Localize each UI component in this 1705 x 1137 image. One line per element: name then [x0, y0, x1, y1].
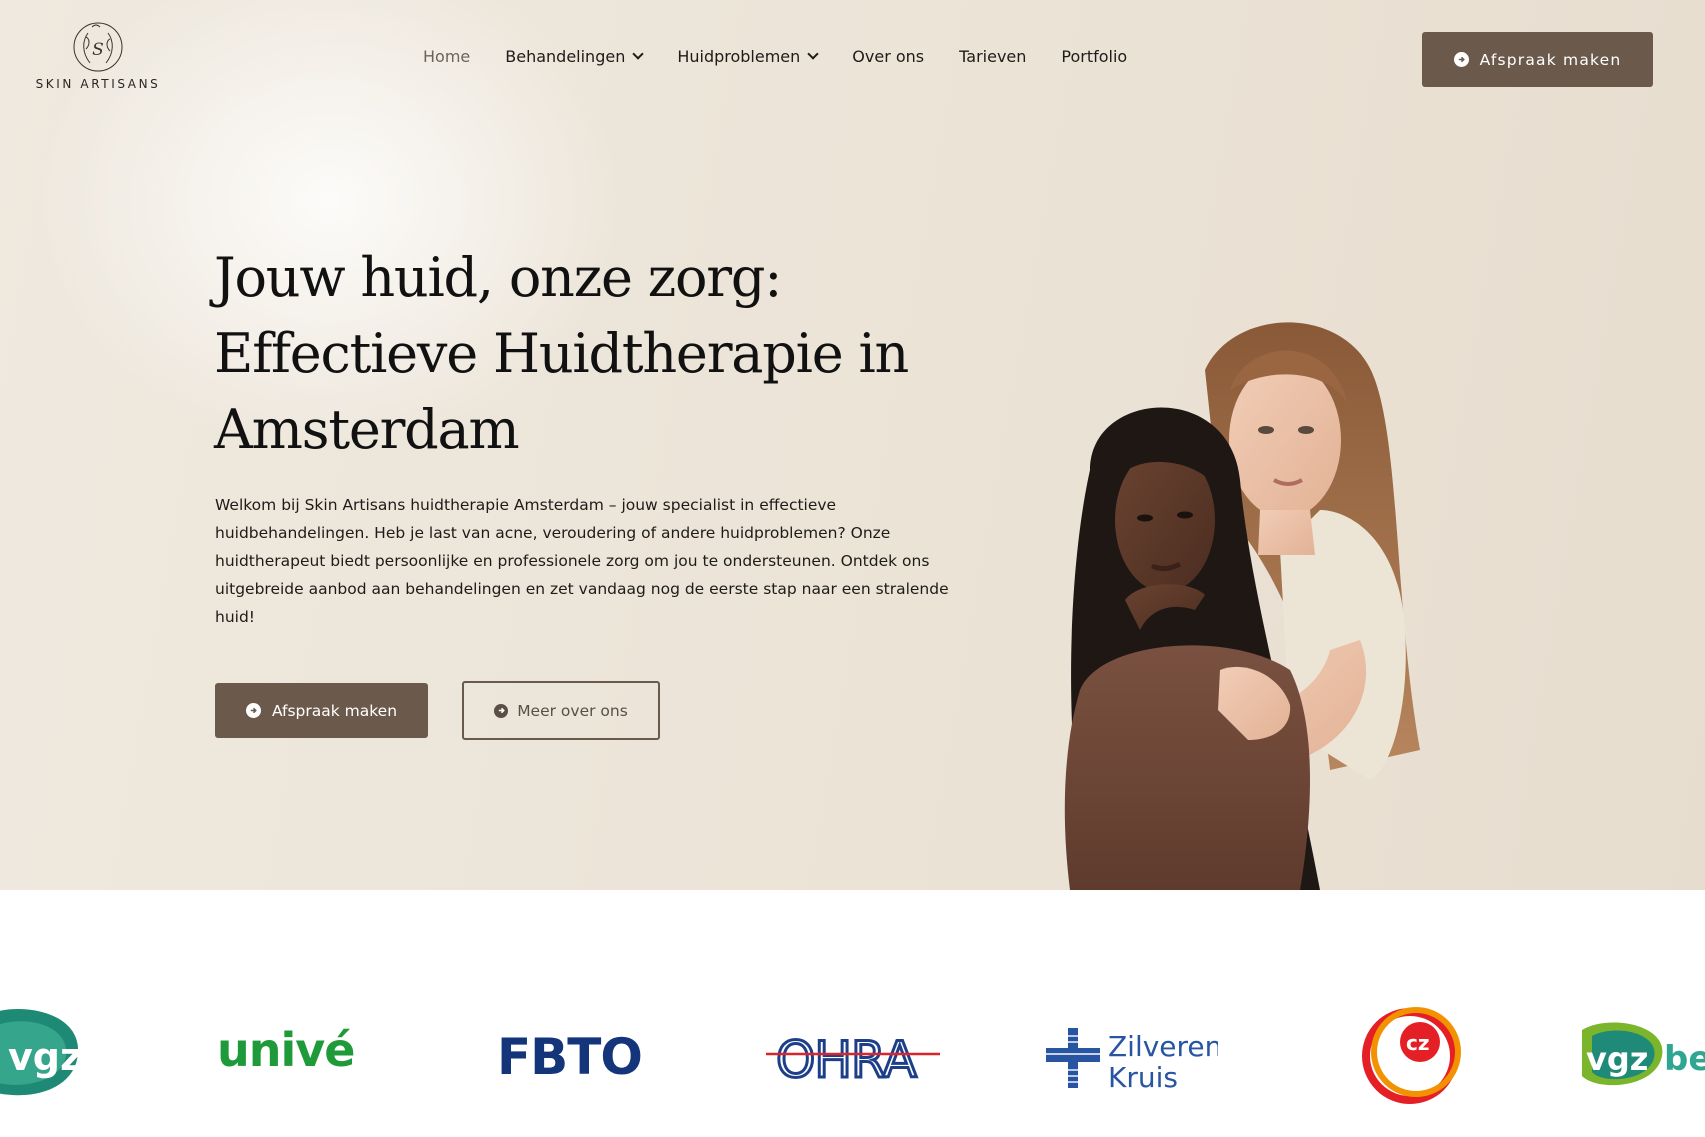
about-us-button[interactable]: Meer over ons	[462, 681, 660, 740]
arrow-circle-icon	[494, 703, 509, 718]
unive-logo: univé	[217, 1023, 355, 1077]
hero-intro-text: Welkom bij Skin Artisans huidtherapie Am…	[215, 496, 949, 626]
zk-line-2: Kruis	[1108, 1061, 1178, 1092]
nav-item-over-ons[interactable]: Over ons	[852, 47, 924, 66]
zk-line-1: Zilveren	[1108, 1030, 1218, 1063]
header-appointment-label: Afspraak maken	[1479, 50, 1622, 69]
chevron-down-icon	[632, 48, 644, 60]
nav-item-tarieven[interactable]: Tarieven	[959, 47, 1026, 66]
vgz-wordmark: vgz	[8, 1035, 80, 1079]
unive-wordmark: univé	[217, 1023, 354, 1077]
nav-item-label: Huidproblemen	[677, 47, 801, 66]
nav-item-home[interactable]: Home	[423, 47, 470, 66]
cz-wordmark: cz	[1406, 1031, 1430, 1055]
hero-headline: Jouw huid, onze zorg: Effectieve Huidthe…	[214, 240, 934, 468]
headline-line-1: Jouw huid, onze zorg:	[214, 246, 782, 309]
headline-line-2: Effectieve Huidtherapie in	[214, 322, 909, 385]
site-logo[interactable]: S SKIN ARTISANS	[34, 16, 162, 96]
appointment-button-label: Afspraak maken	[271, 701, 398, 720]
cz-logo: cz	[1362, 1007, 1461, 1104]
vgz-bewuzt-wordmark: vgz	[1586, 1040, 1648, 1078]
about-us-button-label: Meer over ons	[517, 701, 628, 720]
chevron-down-icon	[807, 48, 819, 60]
vgz-bewuzt-logo: vgz be	[1582, 1022, 1705, 1086]
hero-section: S SKIN ARTISANS Home Behandelingen Huidp…	[0, 0, 1705, 890]
ohra-logo: OHRA	[766, 1030, 940, 1084]
arrow-circle-icon	[245, 703, 261, 718]
logo-wordmark: SKIN ARTISANS	[35, 77, 161, 91]
svg-text:S: S	[92, 40, 104, 60]
nav-item-label: Portfolio	[1061, 47, 1128, 66]
vgz-logo: vgz	[0, 1009, 80, 1096]
header-appointment-button[interactable]: Afspraak maken	[1422, 32, 1653, 87]
appointment-button[interactable]: Afspraak maken	[215, 683, 428, 738]
headline-line-3: Amsterdam	[214, 398, 520, 461]
arrow-circle-icon	[1453, 52, 1469, 67]
nav-item-label: Tarieven	[959, 47, 1027, 66]
hero-photo	[1064, 322, 1420, 890]
nav-item-label: Over ons	[852, 47, 925, 66]
nav-item-huidproblemen[interactable]: Huidproblemen	[677, 47, 819, 66]
bewuzt-suffix: be	[1664, 1039, 1705, 1079]
nav-item-label: Behandelingen	[505, 47, 626, 66]
logo-emblem-icon: S	[73, 22, 123, 72]
fbto-wordmark: FBTO	[497, 1028, 642, 1082]
insurer-logos: vgz univé FBTO OHRA Zilveren Kruis cz vg…	[0, 890, 1705, 1137]
nav-item-behandelingen[interactable]: Behandelingen	[505, 47, 644, 66]
nav-item-label: Home	[423, 47, 471, 66]
nav-item-portfolio[interactable]: Portfolio	[1061, 47, 1127, 66]
main-nav: Home Behandelingen Huidproblemen Over on…	[423, 47, 1162, 66]
fbto-logo: FBTO	[497, 1028, 643, 1082]
zilveren-kruis-logo: Zilveren Kruis	[1046, 1028, 1218, 1092]
ohra-wordmark: OHRA	[776, 1031, 917, 1084]
